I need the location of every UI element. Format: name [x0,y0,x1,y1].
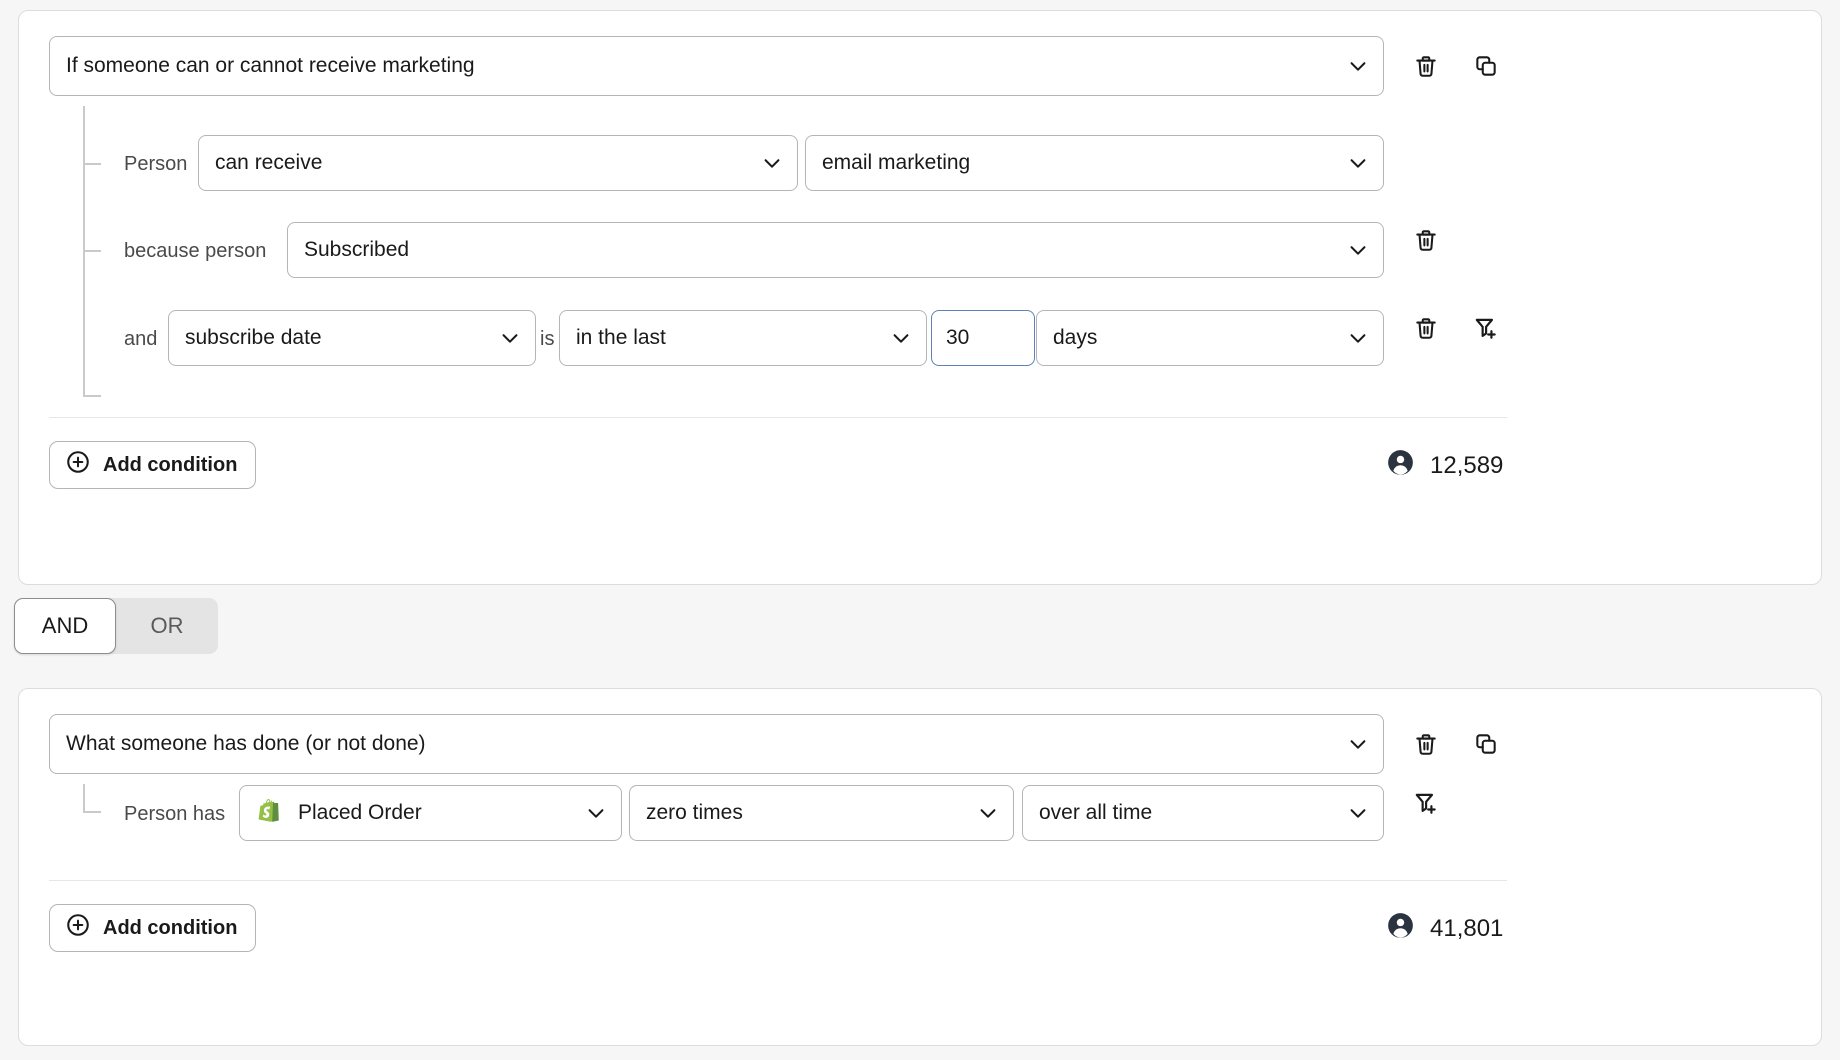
segment-builder: If someone can or cannot receive marketi… [0,0,1840,1060]
person-receive-select[interactable]: can receive [198,135,798,191]
chevron-down-icon [1347,327,1369,349]
date-unit-value: days [1053,326,1097,350]
timeframe-value: over all time [1039,801,1152,825]
row-prefix-label-1-3: and [124,328,157,351]
row-prefix-label-2-1: Person has [124,803,225,826]
group-type-label-2: What someone has done (or not done) [66,732,426,756]
condition-group-1: If someone can or cannot receive marketi… [18,10,1822,585]
chevron-down-icon [1347,152,1369,174]
condition-group-2: What someone has done (or not done) Pers… [18,688,1822,1046]
person-icon [1387,912,1414,946]
logic-option-and[interactable]: AND [14,598,116,654]
marketing-channel-value: email marketing [822,151,970,175]
add-filter-button-2-1[interactable] [1409,786,1443,820]
group-type-label-1: If someone can or cannot receive marketi… [66,54,475,78]
chevron-down-icon [499,327,521,349]
member-count-2: 41,801 [1387,912,1503,946]
add-condition-button-1[interactable]: Add condition [49,441,256,489]
chevron-down-icon [1347,802,1369,824]
chevron-down-icon [585,802,607,824]
row-prefix-label-1-2: because person [124,240,266,263]
duplicate-group-button-2[interactable] [1469,727,1503,761]
subscribe-date-field-select[interactable]: subscribe date [168,310,536,366]
chevron-down-icon [890,327,912,349]
date-amount-input[interactable]: 30 [931,310,1035,366]
timeframe-select[interactable]: over all time [1022,785,1384,841]
chevron-down-icon [1347,55,1369,77]
frequency-value: zero times [646,801,743,825]
group-divider-1 [49,417,1507,418]
plus-circle-icon [65,912,91,944]
tree-line-2 [83,784,85,812]
date-operator-select[interactable]: in the last [559,310,927,366]
group-type-select-2[interactable]: What someone has done (or not done) [49,714,1384,774]
person-icon [1387,449,1414,483]
member-count-value-1: 12,589 [1430,452,1503,480]
row-prefix-label-1-1: Person [124,153,187,176]
delete-group-button-1[interactable] [1409,49,1443,83]
delete-group-button-2[interactable] [1409,727,1443,761]
row-infix-label-1-3: is [540,328,554,351]
duplicate-group-button-1[interactable] [1469,49,1503,83]
marketing-channel-select[interactable]: email marketing [805,135,1384,191]
add-condition-label-1: Add condition [103,454,237,477]
date-amount-value: 30 [946,326,969,350]
member-count-1: 12,589 [1387,449,1503,483]
logic-option-or[interactable]: OR [116,598,218,654]
logic-operator-toggle[interactable]: AND OR [14,598,218,654]
consent-reason-value: Subscribed [304,238,409,262]
add-condition-label-2: Add condition [103,917,237,940]
chevron-down-icon [977,802,999,824]
subscribe-date-field-value: subscribe date [185,326,322,350]
delete-row-button-1-2[interactable] [1409,223,1443,257]
chevron-down-icon [761,152,783,174]
consent-reason-select[interactable]: Subscribed [287,222,1384,278]
metric-value: Placed Order [298,801,422,825]
add-filter-button-1-3[interactable] [1469,311,1503,345]
delete-row-button-1-3[interactable] [1409,311,1443,345]
add-condition-button-2[interactable]: Add condition [49,904,256,952]
tree-tick-1-3 [83,395,101,397]
group-type-select-1[interactable]: If someone can or cannot receive marketi… [49,36,1384,96]
person-receive-value: can receive [215,151,322,175]
tree-tick-1-2 [83,250,101,252]
date-unit-select[interactable]: days [1036,310,1384,366]
date-operator-value: in the last [576,326,666,350]
group-divider-2 [49,880,1507,881]
tree-tick-1-1 [83,163,101,165]
chevron-down-icon [1347,239,1369,261]
shopify-icon [254,797,286,829]
tree-tick-2-1 [83,811,101,813]
chevron-down-icon [1347,733,1369,755]
metric-select[interactable]: Placed Order [239,785,622,841]
frequency-select[interactable]: zero times [629,785,1014,841]
plus-circle-icon [65,449,91,481]
member-count-value-2: 41,801 [1430,915,1503,943]
